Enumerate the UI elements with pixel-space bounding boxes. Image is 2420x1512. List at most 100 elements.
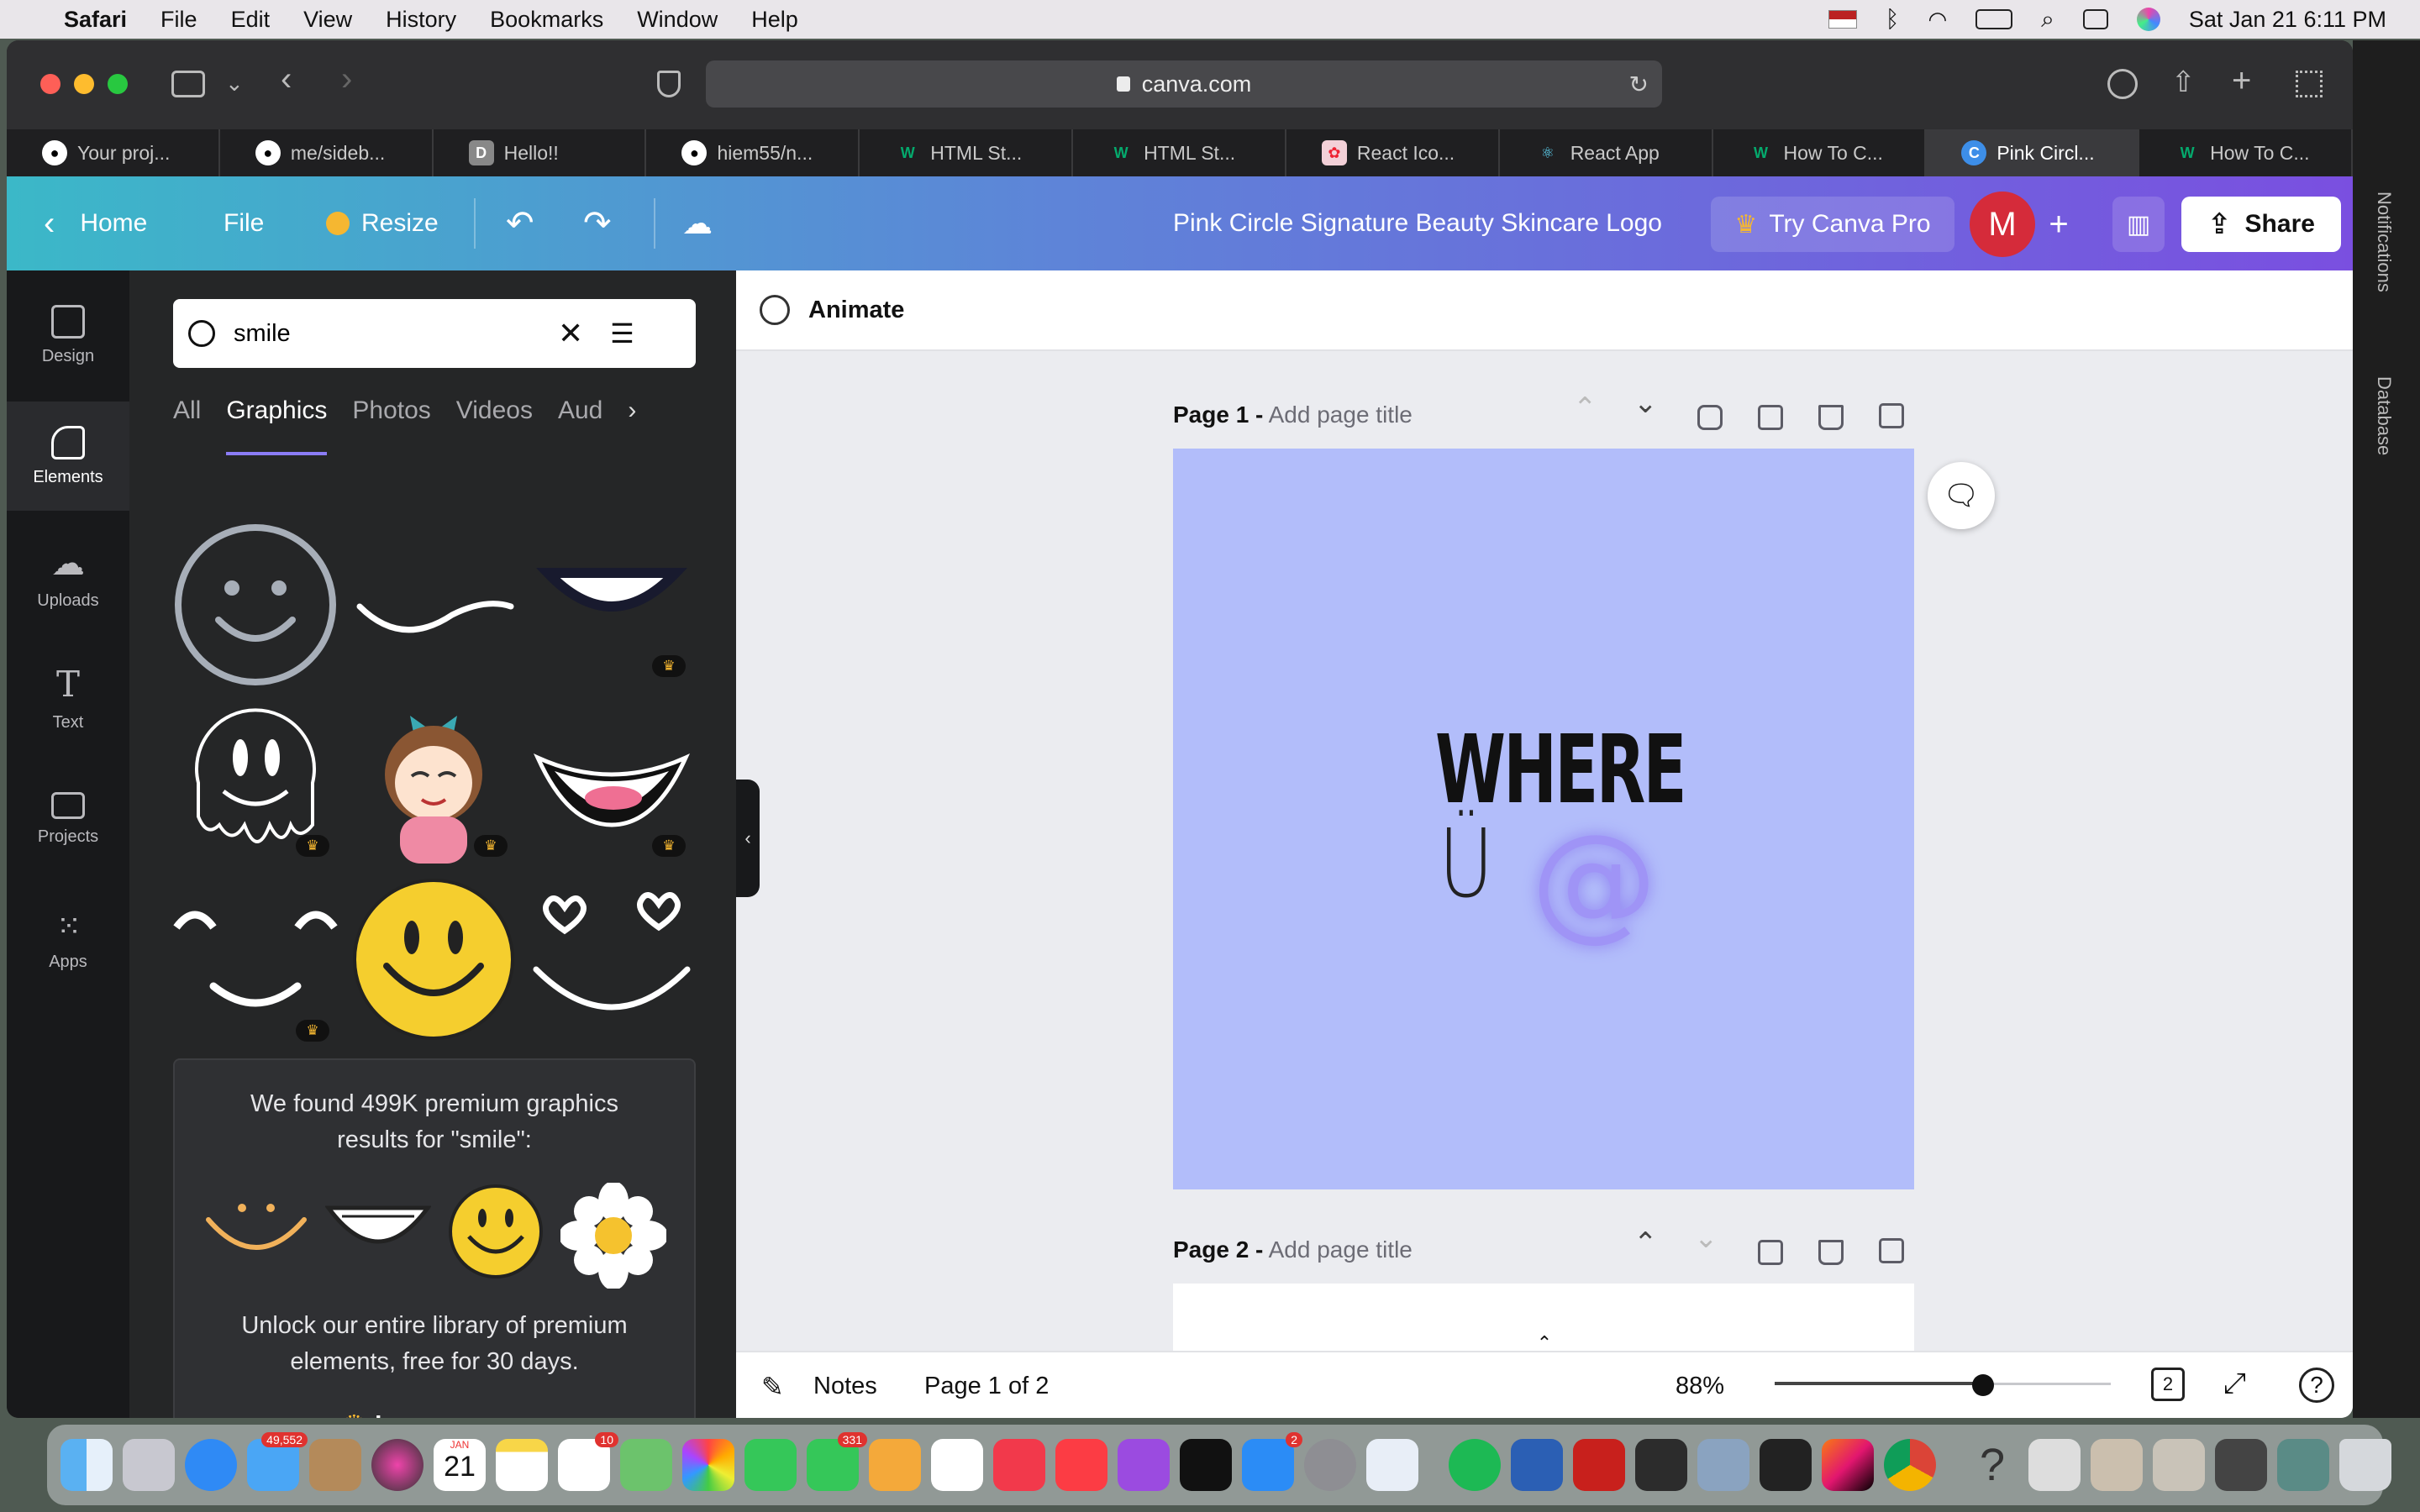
- share-icon[interactable]: ⇧: [2171, 66, 2196, 99]
- clear-search-icon[interactable]: ✕: [558, 316, 583, 351]
- file-menu-button[interactable]: File: [224, 176, 264, 270]
- move-page-up-icon[interactable]: ⌃: [1573, 391, 1597, 425]
- notes-app-icon[interactable]: [496, 1439, 548, 1491]
- browser-tab[interactable]: ● me/sideb...: [220, 129, 434, 176]
- spotify-icon[interactable]: [1449, 1439, 1501, 1491]
- move-page-down-icon[interactable]: ⌄: [1694, 1221, 1718, 1255]
- graphic-outline-smiley[interactable]: [173, 522, 338, 687]
- screenshot-stack-icon[interactable]: [2277, 1439, 2329, 1491]
- chrome-icon[interactable]: [1884, 1439, 1936, 1491]
- menu-app-name[interactable]: Safari: [64, 7, 127, 33]
- siri-app-icon[interactable]: [371, 1439, 424, 1491]
- add-comment-icon[interactable]: 🗨: [1928, 462, 1995, 529]
- chevron-down-icon[interactable]: ⌄: [225, 71, 244, 97]
- help-icon[interactable]: ?: [2299, 1368, 2334, 1403]
- numbers-icon[interactable]: [931, 1439, 983, 1491]
- design-title[interactable]: Pink Circle Signature Beauty Skincare Lo…: [1173, 176, 1662, 270]
- add-collaborator-icon[interactable]: +: [2033, 197, 2084, 252]
- tab-overview-icon[interactable]: [2296, 71, 2323, 97]
- control-center-icon[interactable]: [2082, 9, 2108, 29]
- learn-more-link[interactable]: ♛Learn more›: [175, 1410, 694, 1418]
- screenshot-stack-icon[interactable]: [2215, 1439, 2267, 1491]
- graphic-smiling-girl[interactable]: ♛: [351, 699, 516, 864]
- browser-tab-active[interactable]: C Pink Circl...: [1926, 129, 2140, 176]
- zoom-percentage[interactable]: 88%: [1676, 1373, 1724, 1400]
- browser-tab[interactable]: W How To C...: [1713, 129, 1927, 176]
- graphic-closed-eyes-smile[interactable]: ♛: [173, 877, 338, 1042]
- menu-edit[interactable]: Edit: [231, 7, 271, 33]
- xcode-icon[interactable]: [1366, 1439, 1418, 1491]
- music-icon[interactable]: [1055, 1439, 1107, 1491]
- browser-tab[interactable]: W HTML St...: [860, 129, 1074, 176]
- browser-tab[interactable]: ● Your proj...: [7, 129, 220, 176]
- duplicate-page-icon[interactable]: [1758, 1240, 1783, 1265]
- resize-button[interactable]: Resize: [326, 176, 439, 270]
- tabs-scroll-right-icon[interactable]: ›: [628, 396, 636, 455]
- design-page-1[interactable]: WHERE Ü @: [1173, 449, 1914, 1189]
- lock-page-icon[interactable]: [1697, 405, 1723, 430]
- rail-projects[interactable]: Projects: [7, 764, 129, 874]
- podcasts-icon[interactable]: [1118, 1439, 1170, 1491]
- downloads-icon[interactable]: [2107, 69, 2138, 99]
- share-button[interactable]: ⇪ Share: [2181, 197, 2341, 252]
- graphic-melting-smiley[interactable]: ♛: [173, 699, 338, 864]
- move-page-up-icon[interactable]: ⌃: [1634, 1226, 1658, 1260]
- undo-icon[interactable]: ↶: [506, 176, 534, 270]
- insights-chart-icon[interactable]: ▥: [2112, 197, 2165, 252]
- trash-icon[interactable]: [2339, 1439, 2391, 1491]
- tab-graphics[interactable]: Graphics: [226, 396, 328, 455]
- menubar-clock[interactable]: Sat Jan 21 6:11 PM: [2189, 7, 2386, 33]
- collapse-panel-button[interactable]: ‹: [736, 780, 760, 897]
- design-text-at[interactable]: @: [1531, 808, 1657, 954]
- bluetooth-icon[interactable]: ᛒ: [1886, 6, 1900, 33]
- graphic-tongue-smile[interactable]: ♛: [529, 699, 694, 864]
- menu-file[interactable]: File: [160, 7, 197, 33]
- wifi-icon[interactable]: ◠: [1928, 7, 1947, 33]
- browser-tab[interactable]: ● hiem55/n...: [646, 129, 860, 176]
- page-2-title-input[interactable]: Add page title: [1269, 1236, 1413, 1263]
- graphic-brush-smile[interactable]: [351, 522, 516, 687]
- intellij-icon[interactable]: [1822, 1439, 1874, 1491]
- zoom-slider[interactable]: [1775, 1374, 2111, 1396]
- avatar[interactable]: M: [1970, 192, 2035, 257]
- menu-bookmarks[interactable]: Bookmarks: [490, 7, 603, 33]
- facetime-icon[interactable]: [744, 1439, 797, 1491]
- system-settings-icon[interactable]: [1304, 1439, 1356, 1491]
- tab-photos[interactable]: Photos: [352, 396, 430, 455]
- calendar-icon[interactable]: JAN 21: [434, 1439, 486, 1491]
- page-grid-view-button[interactable]: 2: [2151, 1368, 2185, 1401]
- maps-icon[interactable]: [620, 1439, 672, 1491]
- add-page-icon[interactable]: [1879, 1238, 1904, 1263]
- animate-button[interactable]: Animate: [808, 297, 904, 324]
- document-stack-icon[interactable]: [2091, 1439, 2143, 1491]
- search-input[interactable]: [234, 319, 553, 348]
- minimize-window-button[interactable]: [74, 74, 94, 94]
- back-icon[interactable]: ‹: [281, 60, 292, 98]
- tab-all[interactable]: All: [173, 396, 201, 455]
- contacts-icon[interactable]: [309, 1439, 361, 1491]
- notifications-label[interactable]: Notifications: [2373, 192, 2395, 292]
- rail-uploads[interactable]: ☁ Uploads: [7, 522, 129, 632]
- news-icon[interactable]: [993, 1439, 1045, 1491]
- rail-text[interactable]: T Text: [7, 643, 129, 753]
- cloud-saved-icon[interactable]: ☁: [682, 176, 713, 270]
- add-page-icon[interactable]: [1879, 403, 1904, 428]
- design-text-u[interactable]: Ü: [1439, 810, 1494, 919]
- graphic-heart-eyes-smile[interactable]: [529, 877, 694, 1042]
- new-tab-icon[interactable]: +: [2232, 62, 2251, 100]
- delete-page-icon[interactable]: [1818, 1240, 1844, 1265]
- downloads-stack-icon[interactable]: [2028, 1439, 2081, 1491]
- browser-tab[interactable]: ⚛ React App: [1500, 129, 1713, 176]
- siri-icon[interactable]: [2136, 8, 2160, 31]
- browser-tab[interactable]: W How To C...: [2139, 129, 2353, 176]
- redo-icon[interactable]: ↷: [583, 176, 612, 270]
- messages-icon[interactable]: 331: [807, 1432, 867, 1491]
- page-1-title-input[interactable]: Add page title: [1269, 402, 1413, 428]
- rail-apps[interactable]: ⁙ Apps: [7, 885, 129, 995]
- menu-history[interactable]: History: [386, 7, 456, 33]
- finder-icon[interactable]: [60, 1439, 113, 1491]
- filter-sliders-icon[interactable]: ☰: [610, 318, 634, 349]
- spotlight-search-icon[interactable]: ⌕: [2041, 6, 2054, 34]
- rail-elements[interactable]: Elements: [7, 402, 129, 511]
- tab-audio[interactable]: Aud: [558, 396, 602, 455]
